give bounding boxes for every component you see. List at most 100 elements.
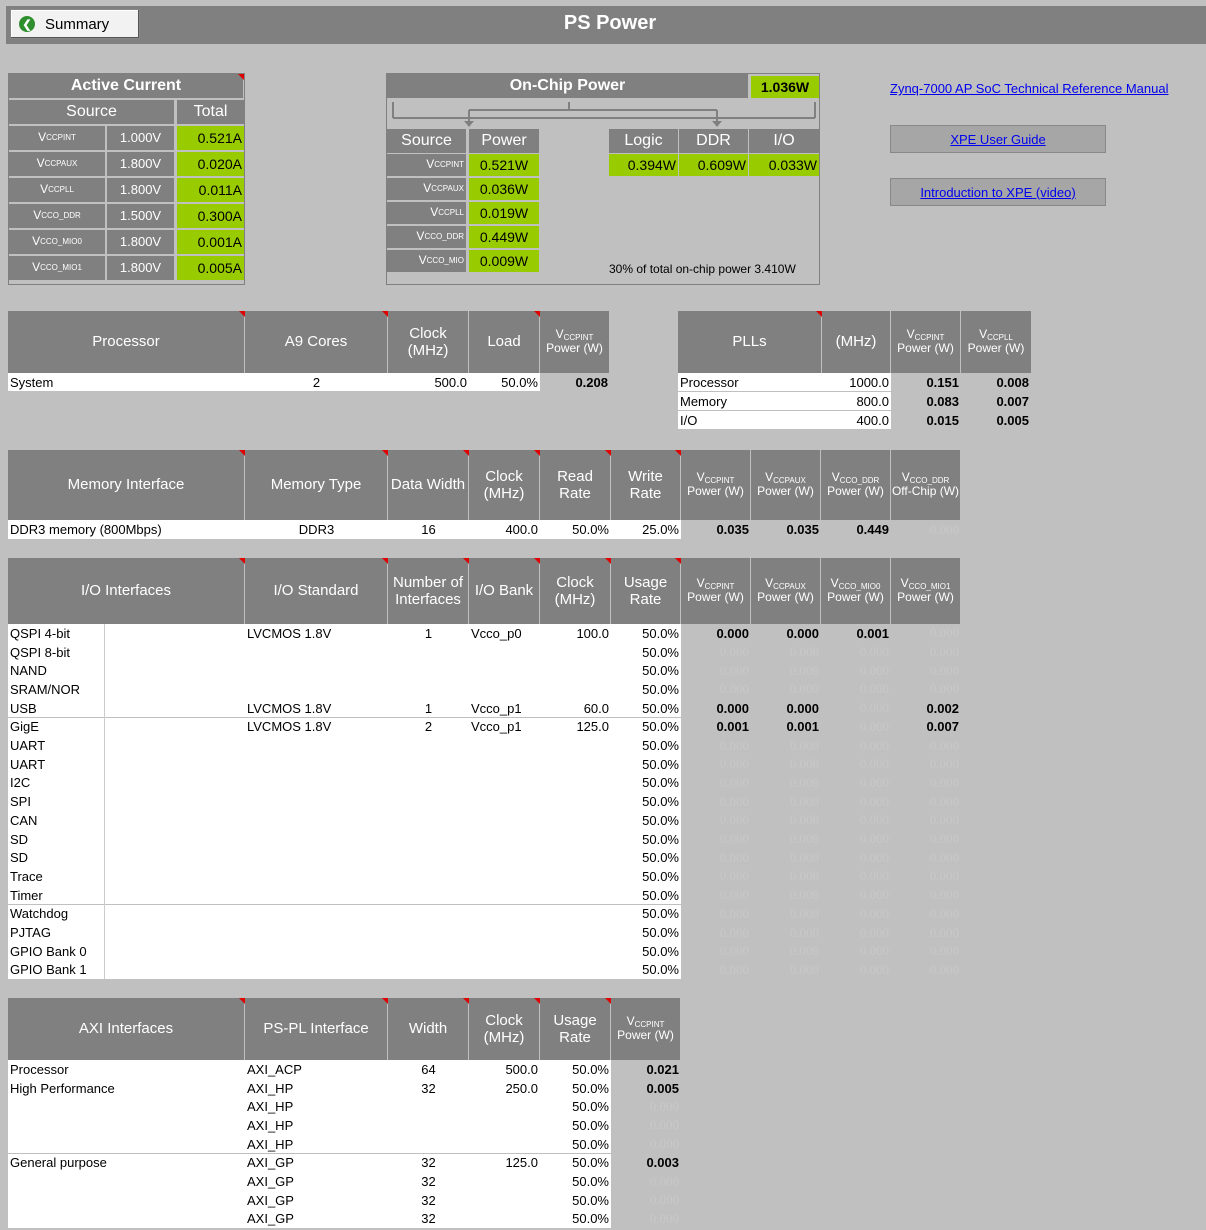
memory-cell-5[interactable]: 25.0% [611,520,681,539]
axi-7-1[interactable]: AXI_GP [245,1190,388,1210]
io-7-3[interactable] [469,754,540,774]
axi-1-1[interactable]: AXI_HP [245,1078,388,1098]
io-15-4[interactable] [540,904,611,924]
axi-8-2[interactable]: 32 [388,1209,469,1229]
io-5-4[interactable]: 125.0 [540,717,611,737]
axi-0-4[interactable]: 50.0% [540,1060,611,1079]
io-11-4[interactable] [540,829,611,849]
axi-4-4[interactable]: 50.0% [540,1134,611,1154]
axi-2-2[interactable] [388,1097,469,1117]
io-7-5[interactable]: 50.0% [611,754,681,774]
io-1-3[interactable] [469,642,540,662]
io-2-2[interactable] [388,661,469,681]
axi-3-2[interactable] [388,1116,469,1135]
io-7-1[interactable] [245,754,388,774]
axi-2-4[interactable]: 50.0% [540,1097,611,1117]
memory-cell-3[interactable]: 400.0 [469,520,540,539]
pll-row-mhz-1[interactable]: 800.0 [822,392,891,410]
io-0-5[interactable]: 50.0% [611,624,681,643]
io-14-5[interactable]: 50.0% [611,885,681,905]
io-3-4[interactable] [540,680,611,699]
axi-2-1[interactable]: AXI_HP [245,1097,388,1117]
axi-1-4[interactable]: 50.0% [540,1078,611,1098]
io-4-1[interactable]: LVCMOS 1.8V [245,698,388,718]
io-11-3[interactable] [469,829,540,849]
io-11-1[interactable] [245,829,388,849]
xpe-video-link[interactable]: Introduction to XPE (video) [920,185,1075,200]
io-14-2[interactable] [388,885,469,905]
io-6-1[interactable] [245,736,388,755]
axi-5-2[interactable]: 32 [388,1153,469,1173]
axi-1-2[interactable]: 32 [388,1078,469,1098]
io-3-1[interactable] [245,680,388,699]
io-10-2[interactable] [388,811,469,830]
summary-button[interactable]: ❮ Summary [10,9,140,39]
io-18-4[interactable] [540,960,611,980]
io-5-3[interactable]: Vcco_p1 [469,717,540,737]
axi-0-1[interactable]: AXI_ACP [245,1060,388,1079]
memory-cell-1[interactable]: DDR3 [245,520,388,539]
io-6-3[interactable] [469,736,540,755]
axi-0-3[interactable]: 500.0 [469,1060,540,1079]
proc-row-clock[interactable]: 500.0 [388,373,469,391]
io-10-4[interactable] [540,811,611,830]
memory-cell-2[interactable]: 16 [388,520,469,539]
io-0-3[interactable]: Vcco_p0 [469,624,540,643]
io-2-4[interactable] [540,661,611,681]
io-16-5[interactable]: 50.0% [611,923,681,942]
io-11-2[interactable] [388,829,469,849]
axi-7-4[interactable]: 50.0% [540,1190,611,1210]
io-0-4[interactable]: 100.0 [540,624,611,643]
io-4-2[interactable]: 1 [388,698,469,718]
io-17-5[interactable]: 50.0% [611,941,681,961]
io-8-1[interactable] [245,773,388,793]
io-16-3[interactable] [469,923,540,942]
axi-3-1[interactable]: AXI_HP [245,1116,388,1135]
axi-8-4[interactable]: 50.0% [540,1209,611,1229]
axi-5-3[interactable]: 125.0 [469,1153,540,1173]
io-12-2[interactable] [388,848,469,868]
io-2-3[interactable] [469,661,540,681]
axi-6-2[interactable]: 32 [388,1172,469,1191]
io-1-4[interactable] [540,642,611,662]
axi-5-4[interactable]: 50.0% [540,1153,611,1173]
io-14-3[interactable] [469,885,540,905]
axi-1-3[interactable]: 250.0 [469,1078,540,1098]
io-8-2[interactable] [388,773,469,793]
io-8-5[interactable]: 50.0% [611,773,681,793]
io-9-2[interactable] [388,792,469,811]
io-0-1[interactable]: LVCMOS 1.8V [245,624,388,643]
io-0-2[interactable]: 1 [388,624,469,643]
io-2-5[interactable]: 50.0% [611,661,681,681]
io-5-5[interactable]: 50.0% [611,717,681,737]
io-18-3[interactable] [469,960,540,980]
io-4-5[interactable]: 50.0% [611,698,681,718]
axi-4-1[interactable]: AXI_HP [245,1134,388,1154]
io-13-4[interactable] [540,867,611,886]
io-12-4[interactable] [540,848,611,868]
io-18-5[interactable]: 50.0% [611,960,681,980]
io-4-3[interactable]: Vcco_p1 [469,698,540,718]
io-15-1[interactable] [245,904,388,924]
io-9-1[interactable] [245,792,388,811]
io-5-2[interactable]: 2 [388,717,469,737]
io-12-1[interactable] [245,848,388,868]
axi-4-3[interactable] [469,1134,540,1154]
io-1-1[interactable] [245,642,388,662]
io-13-1[interactable] [245,867,388,886]
io-17-4[interactable] [540,941,611,961]
axi-6-3[interactable] [469,1172,540,1191]
io-17-1[interactable] [245,941,388,961]
io-3-5[interactable]: 50.0% [611,680,681,699]
io-3-3[interactable] [469,680,540,699]
io-14-1[interactable] [245,885,388,905]
io-1-5[interactable]: 50.0% [611,642,681,662]
pll-row-mhz-2[interactable]: 400.0 [822,411,891,429]
io-13-5[interactable]: 50.0% [611,867,681,886]
io-8-3[interactable] [469,773,540,793]
io-10-3[interactable] [469,811,540,830]
axi-7-3[interactable] [469,1190,540,1210]
io-2-1[interactable] [245,661,388,681]
io-10-1[interactable] [245,811,388,830]
axi-6-1[interactable]: AXI_GP [245,1172,388,1191]
